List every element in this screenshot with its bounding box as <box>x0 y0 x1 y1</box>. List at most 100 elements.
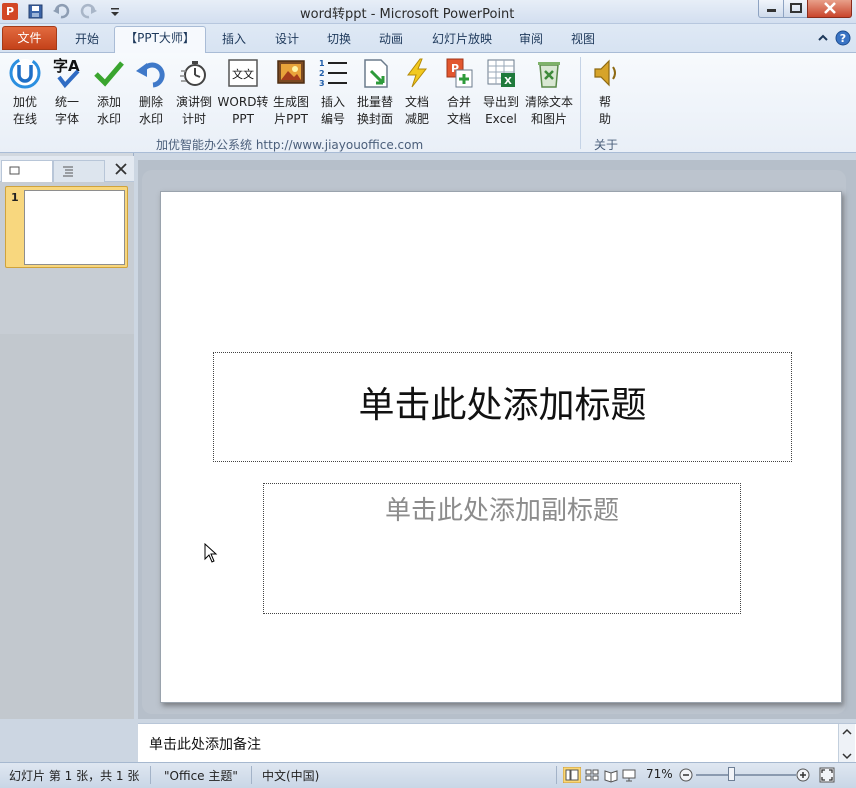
add-watermark-icon <box>94 61 124 87</box>
subtitle-placeholder[interactable]: 单击此处添加副标题 <box>263 483 741 614</box>
button-label: 删除 水印 <box>138 95 163 126</box>
separator <box>251 766 252 784</box>
countdown-timer-icon <box>180 61 206 86</box>
title-bar: P word转ppt - Microsoft PowerPoint <box>0 0 856 24</box>
button-label: 生成图 片PPT <box>272 95 309 126</box>
button-label: 清除文本 和图片 <box>524 95 573 126</box>
button-label: 合并 文档 <box>446 95 471 126</box>
button-label: 导出到 Excel <box>482 95 519 126</box>
svg-text:3: 3 <box>319 79 325 88</box>
notes-placeholder[interactable]: 单击此处添加备注 <box>149 734 261 754</box>
slideshow-view-icon[interactable] <box>621 767 637 783</box>
fit-to-window-icon[interactable] <box>819 767 835 783</box>
mouse-cursor-icon <box>204 543 218 563</box>
merge-documents-button[interactable]: P 合并 文档 <box>439 57 479 131</box>
batch-cover-button[interactable]: 批量替 换封面 <box>354 57 396 131</box>
help-button[interactable]: 帮 助 <box>588 57 622 131</box>
normal-view-icon[interactable] <box>563 767 581 783</box>
tab-ppt-master[interactable]: 【PPT大师】 <box>114 26 206 53</box>
minimize-button[interactable] <box>758 0 784 18</box>
svg-text:2: 2 <box>319 69 325 78</box>
customize-qat-icon[interactable] <box>106 3 124 20</box>
close-window-button[interactable] <box>807 0 852 18</box>
tab-slides[interactable] <box>1 160 53 182</box>
unify-font-icon: 字A <box>53 57 80 89</box>
export-excel-button[interactable]: X 导出到 Excel <box>481 57 521 131</box>
tab-view[interactable]: 视图 <box>560 29 606 51</box>
slides-pane-empty <box>0 334 134 719</box>
slides-pane: 1 <box>0 153 134 719</box>
ribbon-group-label-about: 关于 <box>594 138 619 152</box>
button-label: 批量替 换封面 <box>356 95 393 126</box>
slim-document-button[interactable]: 文档 减肥 <box>400 57 434 131</box>
slide-info: 幻灯片 第 1 张，共 1 张 <box>9 769 140 783</box>
tab-file[interactable]: 文件 <box>2 26 57 50</box>
theme-name[interactable]: "Office 主题" <box>164 767 238 784</box>
tab-home[interactable]: 开始 <box>62 29 112 51</box>
title-placeholder[interactable]: 单击此处添加标题 <box>213 352 792 462</box>
unify-font-button[interactable]: 字A 统一 字体 <box>48 57 86 131</box>
svg-text:X: X <box>504 76 512 87</box>
word-to-ppt-icon: 文文 <box>228 59 258 87</box>
minimize-icon <box>767 9 776 12</box>
slide-thumbnail[interactable]: 1 <box>5 186 128 268</box>
reading-view-icon[interactable] <box>603 767 619 783</box>
separator <box>150 766 151 784</box>
tab-design[interactable]: 设计 <box>264 29 310 51</box>
slide-number: 1 <box>11 191 19 204</box>
word-to-ppt-button[interactable]: 文文 WORD转 PPT <box>216 57 270 131</box>
button-label: WORD转 PPT <box>217 95 269 126</box>
notes-scrollbar[interactable] <box>838 724 855 763</box>
group-separator <box>580 57 581 149</box>
button-label: 插入 编号 <box>320 95 345 126</box>
maximize-button[interactable] <box>783 0 808 18</box>
clear-text-images-button[interactable]: 清除文本 和图片 <box>523 57 575 131</box>
zoom-level[interactable]: 71% <box>646 767 673 781</box>
close-pane-icon[interactable] <box>114 162 128 176</box>
scroll-up-icon[interactable] <box>839 726 855 738</box>
tab-review[interactable]: 审阅 <box>508 29 554 51</box>
help-speaker-icon <box>594 59 616 87</box>
separator <box>556 766 557 784</box>
button-label: 统一 字体 <box>54 95 79 126</box>
button-label: 文档 减肥 <box>404 95 429 126</box>
tab-transitions[interactable]: 切换 <box>316 29 362 51</box>
zoom-slider-thumb[interactable] <box>728 767 735 781</box>
slide-canvas: 单击此处添加标题 单击此处添加副标题 <box>142 170 846 714</box>
remove-watermark-button[interactable]: 删除 水印 <box>132 57 170 131</box>
scroll-down-icon[interactable] <box>839 750 855 762</box>
undo-icon[interactable] <box>52 3 70 20</box>
tab-outline[interactable] <box>53 160 105 182</box>
notes-pane[interactable]: 单击此处添加备注 <box>138 723 856 763</box>
clear-text-images-icon <box>538 62 560 88</box>
save-icon[interactable] <box>27 3 45 20</box>
slim-document-icon <box>407 58 428 88</box>
batch-cover-icon <box>364 59 388 88</box>
button-label: 帮 助 <box>598 95 611 126</box>
jiayou-online-icon <box>9 57 41 89</box>
insert-numbering-button[interactable]: 1 2 3 插入 编号 <box>315 57 351 131</box>
zoom-slider-track[interactable] <box>696 774 796 776</box>
jiayou-online-button[interactable]: 加优 在线 <box>5 57 45 131</box>
minimize-ribbon-icon[interactable] <box>816 31 830 45</box>
close-icon <box>824 2 836 14</box>
tab-insert[interactable]: 插入 <box>211 29 257 51</box>
window-title: word转ppt - Microsoft PowerPoint <box>300 7 515 22</box>
button-label: 演讲倒 计时 <box>175 95 212 126</box>
powerpoint-app-icon[interactable]: P <box>2 3 18 20</box>
tab-animations[interactable]: 动画 <box>368 29 414 51</box>
zoom-out-icon[interactable] <box>679 768 694 783</box>
help-icon[interactable]: ? <box>835 30 851 46</box>
countdown-timer-button[interactable]: 演讲倒 计时 <box>173 57 215 131</box>
slides-pane-tabs <box>0 156 134 182</box>
language[interactable]: 中文(中国) <box>262 767 319 784</box>
add-watermark-button[interactable]: 添加 水印 <box>90 57 128 131</box>
outline-icon <box>63 166 73 177</box>
zoom-in-icon[interactable] <box>796 768 811 783</box>
ribbon-ppt-master: 加优 在线 字A 统一 字体 添加 水印 删除 水印 演讲倒 计时 文文 WOR… <box>0 52 856 153</box>
slide-sorter-view-icon[interactable] <box>584 767 600 783</box>
image-ppt-button[interactable]: 生成图 片PPT <box>271 57 311 131</box>
redo-icon[interactable] <box>80 3 98 20</box>
slide[interactable]: 单击此处添加标题 单击此处添加副标题 <box>160 191 842 703</box>
tab-slideshow[interactable]: 幻灯片放映 <box>424 29 500 51</box>
